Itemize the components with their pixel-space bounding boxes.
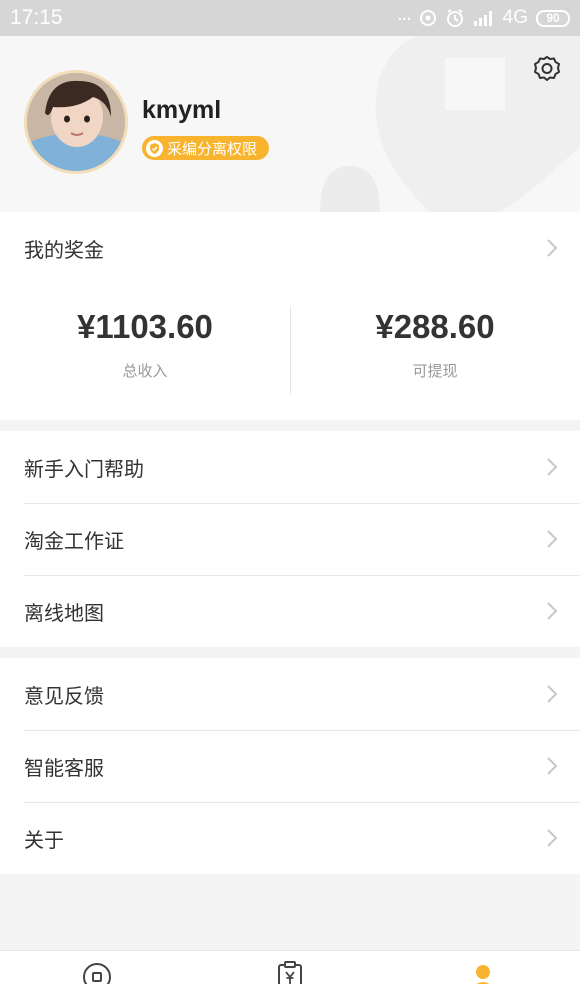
tab-profile[interactable]: [463, 961, 503, 984]
total-income-value: ¥1103.60: [77, 308, 213, 345]
bonus-card: 我的奖金 ¥1103.60 总收入 ¥288.60 可提现: [0, 212, 580, 420]
bonus-stats: ¥1103.60 总收入 ¥288.60 可提现: [0, 298, 580, 416]
avatar-image: [27, 73, 125, 171]
tab-home[interactable]: [77, 961, 117, 984]
person-icon: [476, 965, 490, 984]
withdrawable-label: 可提现: [412, 362, 458, 380]
menu-item-label: 关于: [24, 827, 64, 852]
menu-group-2: 意见反馈 智能客服 关于: [0, 658, 580, 874]
withdrawable-value: ¥288.60: [375, 308, 495, 345]
profile-header: kmyml 采编分离权限: [0, 36, 580, 212]
stats-divider: [290, 306, 291, 394]
status-time: 17:15: [10, 6, 63, 29]
status-bar: 17:15 ... 4G 90: [0, 0, 580, 36]
tab-tasks[interactable]: [270, 961, 310, 984]
home-circle-icon: [83, 963, 111, 984]
chevron-right-icon: [547, 239, 558, 257]
chevron-right-icon: [547, 685, 558, 703]
chevron-right-icon: [547, 458, 558, 476]
menu-item-smart-service[interactable]: 智能客服: [0, 730, 580, 802]
menu-item-offline-map[interactable]: 离线地图: [0, 575, 580, 647]
chevron-right-icon: [547, 602, 558, 620]
status-icons: ... 4G 90: [397, 3, 570, 29]
my-bonus-label: 我的奖金: [24, 237, 104, 262]
bottom-tab-bar: [0, 950, 580, 984]
permission-badge: 采编分离权限: [142, 136, 270, 160]
network-type: 4G: [502, 7, 528, 28]
chevron-right-icon: [547, 829, 558, 847]
total-income-stat[interactable]: ¥1103.60 总收入: [0, 298, 290, 416]
menu-item-work-permit[interactable]: 淘金工作证: [0, 503, 580, 575]
withdrawable-stat[interactable]: ¥288.60 可提现: [290, 298, 580, 416]
menu-item-label: 意见反馈: [24, 683, 104, 708]
username: kmyml: [142, 96, 222, 124]
alarm-icon: [445, 8, 465, 28]
hotspot-icon: [419, 9, 437, 27]
battery-level: 90: [546, 11, 560, 25]
more-dots-icon: ...: [396, 2, 412, 25]
menu-item-beginner-help[interactable]: 新手入门帮助: [0, 431, 580, 503]
settings-button[interactable]: [532, 54, 562, 88]
menu-item-feedback[interactable]: 意见反馈: [0, 658, 580, 730]
menu-item-label: 淘金工作证: [24, 528, 124, 553]
menu-group-1: 新手入门帮助 淘金工作证 离线地图: [0, 431, 580, 647]
menu-item-label: 新手入门帮助: [24, 456, 144, 481]
gear-icon: [534, 56, 560, 81]
total-income-label: 总收入: [122, 362, 168, 380]
menu-item-about[interactable]: 关于: [0, 802, 580, 874]
my-bonus-row[interactable]: 我的奖金: [0, 212, 580, 284]
chevron-right-icon: [547, 530, 558, 548]
menu-item-label: 智能客服: [24, 755, 104, 780]
menu-item-label: 离线地图: [24, 600, 104, 625]
shield-check-icon: [146, 139, 163, 157]
clipboard-yen-icon: [278, 961, 302, 984]
chevron-right-icon: [547, 757, 558, 775]
badge-label: 采编分离权限: [167, 139, 258, 158]
battery-indicator: 90: [536, 9, 570, 27]
avatar[interactable]: [24, 70, 128, 174]
signal-icon: [473, 10, 495, 26]
